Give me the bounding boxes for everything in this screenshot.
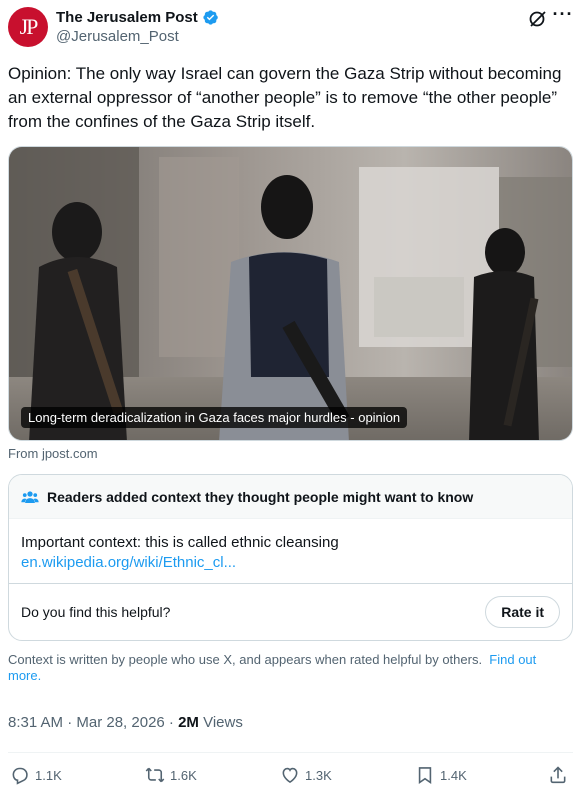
note-title: Readers added context they thought peopl… [47,488,474,505]
note-disclaimer: Context is written by people who use X, … [8,652,568,684]
link-card[interactable]: Long-term deradicalization in Gaza faces… [8,146,573,441]
bookmark-count: 1.4K [440,767,467,783]
share-button[interactable] [548,765,568,785]
reply-icon [12,767,28,785]
display-name[interactable]: The Jerusalem Post [56,9,198,26]
more-icon[interactable]: ··· [552,5,574,27]
tweet-header: JP The Jerusalem Post @Jerusalem_Post ··… [8,5,574,47]
bookmark-button[interactable]: 1.4K [415,765,467,785]
reply-count: 1.1K [35,767,62,783]
timestamp[interactable]: 8:31 AM · Mar 28, 2026 · [8,714,178,731]
card-image [9,147,572,440]
rate-it-button[interactable]: Rate it [485,596,560,628]
like-icon [282,767,298,784]
like-count: 1.3K [305,767,332,783]
divider [8,752,573,753]
note-link[interactable]: en.wikipedia.org/wiki/Ethnic_cl... [21,553,560,573]
grok-icon[interactable] [528,9,548,29]
repost-button[interactable]: 1.6K [145,765,197,785]
community-note: Readers added context they thought peopl… [8,474,573,641]
note-rating: Do you find this helpful? Rate it [9,584,572,640]
action-bar: 1.1K 1.6K 1.3K 1.4K [0,762,581,790]
card-caption: Long-term deradicalization in Gaza faces… [21,407,408,428]
note-header[interactable]: Readers added context they thought peopl… [9,475,572,519]
views-label: Views [198,714,243,731]
reply-button[interactable]: 1.1K [10,765,62,785]
handle[interactable]: @Jerusalem_Post [56,28,179,45]
views-count: 2M [178,714,199,731]
avatar[interactable]: JP [8,7,48,47]
note-context: Important context: this is called ethnic… [21,534,339,551]
share-icon [550,766,566,784]
name-row: The Jerusalem Post [56,9,219,26]
tweet-meta: 8:31 AM · Mar 28, 2026 · 2M Views [8,714,243,731]
note-body: Important context: this is called ethnic… [9,519,572,584]
disclaimer-text: Context is written by people who use X, … [8,652,483,667]
tweet-text: Opinion: The only way Israel can govern … [8,64,562,131]
like-button[interactable]: 1.3K [280,765,332,785]
card-source[interactable]: From jpost.com [8,446,98,461]
repost-count: 1.6K [170,767,197,783]
bookmark-icon [418,767,432,785]
repost-icon [145,767,165,783]
people-icon [21,490,39,503]
helpful-question: Do you find this helpful? [21,604,171,620]
verified-badge-icon [203,10,218,25]
